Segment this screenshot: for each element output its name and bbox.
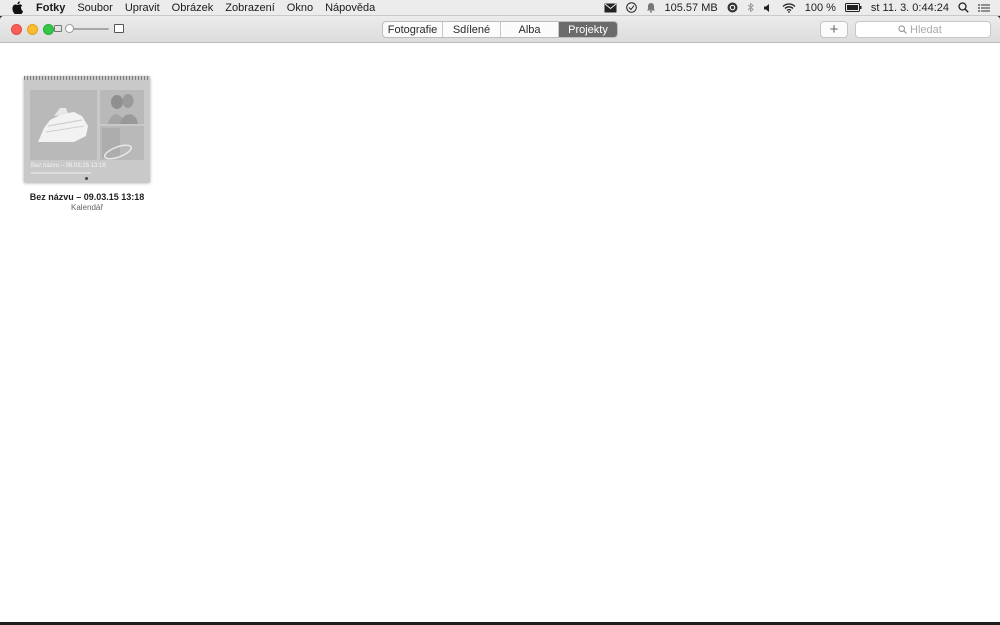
battery-percentage[interactable]: 100 % <box>805 2 836 14</box>
mail-icon[interactable] <box>604 3 617 13</box>
apple-menu-icon[interactable] <box>12 1 26 14</box>
tab-alba[interactable]: Alba <box>501 22 559 37</box>
notification-center-icon[interactable] <box>978 3 990 13</box>
menu-obrazek[interactable]: Obrázek <box>166 2 220 14</box>
bluetooth-icon[interactable] <box>747 2 754 13</box>
tab-sdilene[interactable]: Sdílené <box>443 22 501 37</box>
large-image-icon <box>114 24 124 33</box>
menu-soubor[interactable]: Soubor <box>71 2 118 14</box>
spotlight-search-icon[interactable] <box>958 2 969 13</box>
calendar-thumb-title: Bez názvu – 09.03.15 13:18 <box>31 163 106 169</box>
menu-zobrazeni[interactable]: Zobrazení <box>219 2 281 14</box>
volume-icon[interactable] <box>763 3 773 13</box>
calendar-photo-people <box>100 90 144 124</box>
calendar-thumbnail[interactable]: Bez názvu – 09.03.15 13:18 <box>24 76 150 182</box>
search-input[interactable] <box>910 23 990 36</box>
close-window-button[interactable] <box>11 24 22 35</box>
menu-okno[interactable]: Okno <box>281 2 319 14</box>
notification-bell-icon[interactable] <box>646 2 656 13</box>
battery-icon[interactable] <box>844 3 862 12</box>
memory-usage[interactable]: 105.57 MB <box>665 2 718 14</box>
sync-circle-icon[interactable] <box>727 2 738 13</box>
search-icon <box>898 25 907 34</box>
thumbnail-size-slider[interactable] <box>54 24 124 34</box>
slider-thumb[interactable] <box>65 24 74 33</box>
calendar-thumb-subtitle-line <box>31 172 91 174</box>
menu-upravit[interactable]: Upravit <box>119 2 166 14</box>
minimize-window-button[interactable] <box>27 24 38 35</box>
window-toolbar: Fotografie Sdílené Alba Projekty + <box>0 16 1000 43</box>
clock[interactable]: st 11. 3. 0:44:24 <box>871 2 949 14</box>
status-area: 105.57 MB 100 % st 11. 3. 0:44:24 <box>595 0 1000 16</box>
add-button[interactable]: + <box>820 21 848 38</box>
view-tabs: Fotografie Sdílené Alba Projekty <box>382 21 618 38</box>
tab-projekty[interactable]: Projekty <box>559 22 617 37</box>
calendar-photo-cruise-ship <box>30 90 97 160</box>
fullscreen-window-button[interactable] <box>43 24 54 35</box>
project-name[interactable]: Bez názvu – 09.03.15 13:18 <box>24 192 150 202</box>
tab-fotografie[interactable]: Fotografie <box>383 22 443 37</box>
menu-bar: Fotky Soubor Upravit Obrázek Zobrazení O… <box>0 0 1000 16</box>
small-image-icon <box>54 25 62 32</box>
calendar-photo-detail <box>100 126 144 160</box>
project-type: Kalendář <box>70 203 104 212</box>
search-field[interactable] <box>855 21 991 38</box>
menu-napoveda[interactable]: Nápověda <box>319 2 381 14</box>
window-controls <box>11 24 59 35</box>
photos-window: Fotografie Sdílené Alba Projekty + Hleda… <box>0 16 1000 622</box>
menu-app-name[interactable]: Fotky <box>36 2 71 14</box>
projects-grid: Bez názvu – 09.03.15 13:18 Bez názvu – 0… <box>0 43 1000 622</box>
calendar-page-indicator <box>85 177 88 180</box>
project-item[interactable]: Bez názvu – 09.03.15 13:18 Bez názvu – 0… <box>24 76 150 212</box>
activity-check-icon[interactable] <box>625 2 637 13</box>
calendar-spiral-binding <box>24 76 150 80</box>
wifi-icon[interactable] <box>782 2 796 13</box>
